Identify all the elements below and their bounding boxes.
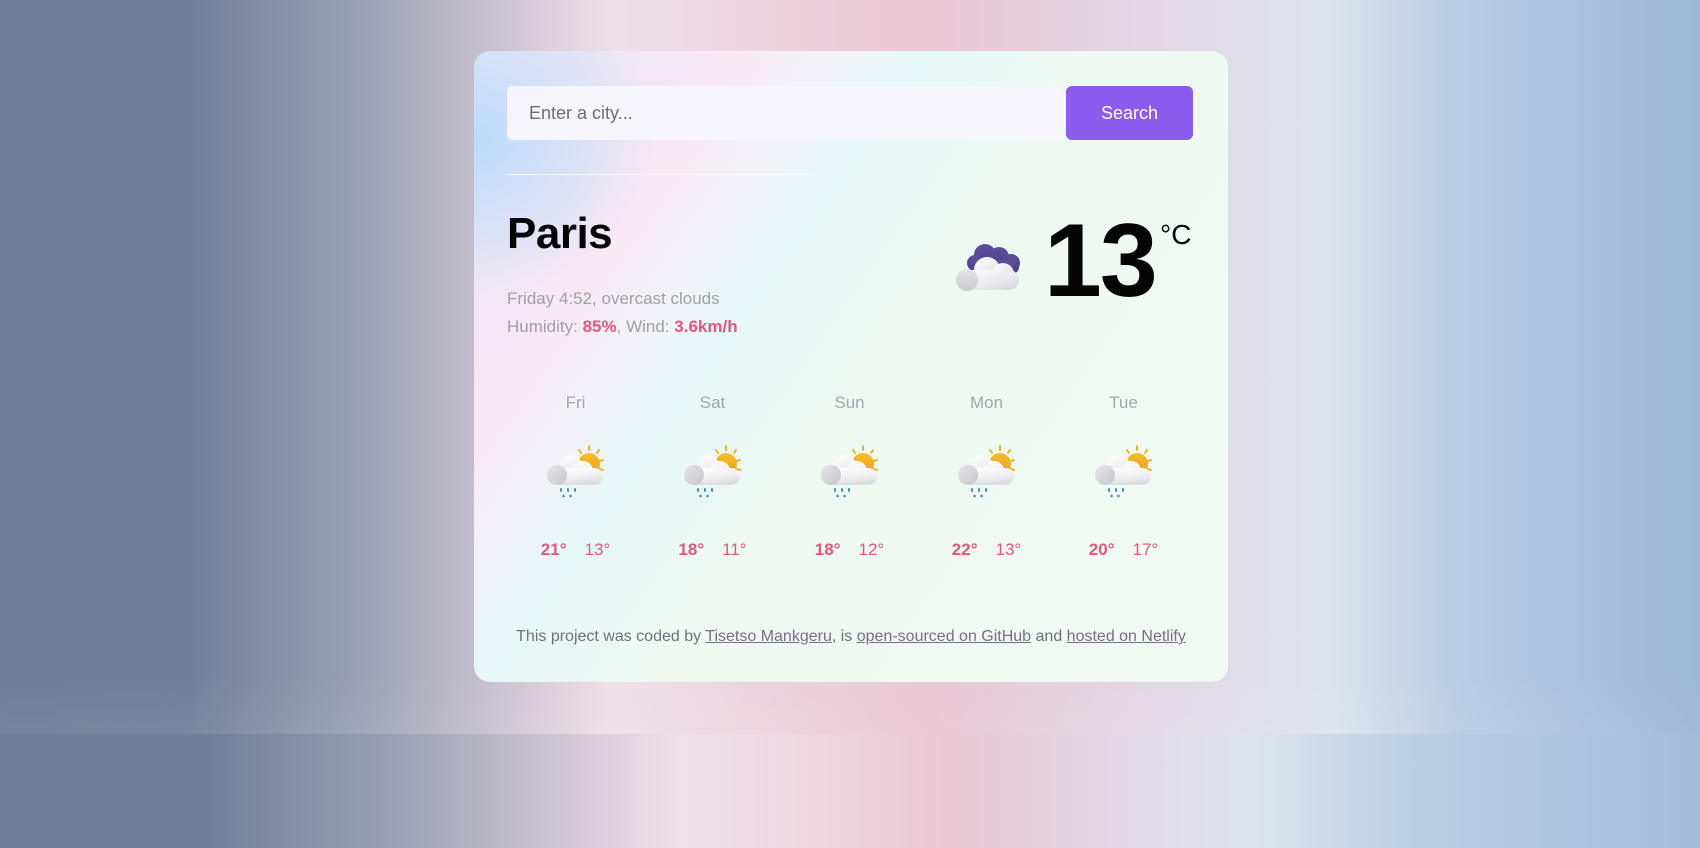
background-bottom	[0, 734, 1700, 848]
forecast-day-name: Tue	[1109, 393, 1138, 412]
forecast-temps: 18° 12°	[781, 540, 918, 560]
humidity-wind-line: Humidity: 85%, Wind: 3.6km/h	[507, 313, 738, 341]
humidity-label: Humidity:	[507, 317, 578, 336]
wind-value: 3.6km/h	[674, 317, 738, 336]
forecast-min-temp: 13°	[584, 540, 611, 559]
forecast-day-name: Mon	[969, 393, 1004, 412]
weather-description: overcast clouds	[601, 289, 720, 308]
search-button[interactable]: Search	[1066, 86, 1193, 140]
city-search-input[interactable]	[507, 86, 1063, 140]
humidity-value: 85%	[582, 317, 617, 336]
rain-sun-cloud-icon	[543, 444, 609, 502]
footer: This project was coded by Tisetso Mankge…	[474, 628, 1228, 646]
forecast-max-temp: 18°	[678, 540, 705, 559]
github-link[interactable]: open-sourced on GitHub	[857, 628, 1031, 645]
separator: ,	[592, 289, 602, 308]
rain-sun-cloud-icon	[680, 444, 746, 502]
forecast-max-temp: 22°	[951, 540, 978, 559]
forecast-min-temp: 11°	[722, 540, 747, 559]
forecast-min-temp: 17°	[1132, 540, 1159, 559]
weather-details: Friday 4:52, overcast clouds Humidity: 8…	[507, 285, 738, 341]
separator: ,	[616, 317, 627, 336]
forecast-min-temp: 13°	[995, 540, 1022, 559]
overcast-clouds-icon	[956, 244, 1020, 291]
forecast-temps: 22° 13°	[918, 540, 1055, 560]
footer-text: and	[1031, 628, 1067, 645]
rain-sun-cloud-icon	[954, 444, 1020, 502]
forecast-max-temp: 20°	[1088, 540, 1115, 559]
forecast-day-name: Fri	[565, 393, 586, 412]
forecast-max-temp: 18°	[814, 540, 841, 559]
netlify-link[interactable]: hosted on Netlify	[1067, 628, 1186, 645]
date-description-line: Friday 4:52, overcast clouds	[507, 285, 738, 313]
rain-sun-cloud-icon	[817, 444, 883, 502]
forecast-day-name: Sat	[699, 393, 726, 412]
current-temperature: 13	[1044, 203, 1158, 319]
day-time: Friday 4:52	[507, 289, 593, 308]
divider	[507, 174, 812, 175]
forecast-temps: 21° 13°	[507, 540, 644, 560]
forecast-min-temp: 12°	[858, 540, 885, 559]
forecast-max-temp: 21°	[540, 540, 567, 559]
rain-sun-cloud-icon	[1091, 444, 1157, 502]
forecast-row: Fri 21° 13° Sat 18° 11° Sun 18° 12° Mon 22°…	[507, 381, 1193, 559]
author-link[interactable]: Tisetso Mankgeru	[705, 628, 832, 645]
city-name: Paris	[507, 209, 613, 258]
weather-card: Search Paris Friday 4:52, overcast cloud…	[474, 51, 1228, 682]
footer-text: This project was coded by	[516, 628, 706, 645]
search-form: Search	[507, 86, 1193, 140]
footer-text: , is	[831, 628, 857, 645]
temperature-unit-celsius[interactable]: °C	[1160, 219, 1191, 251]
wind-label: Wind:	[626, 317, 670, 336]
forecast-temps: 18° 11°	[644, 540, 781, 560]
forecast-day-name: Sun	[834, 393, 865, 412]
forecast-temps: 20° 17°	[1055, 540, 1192, 560]
